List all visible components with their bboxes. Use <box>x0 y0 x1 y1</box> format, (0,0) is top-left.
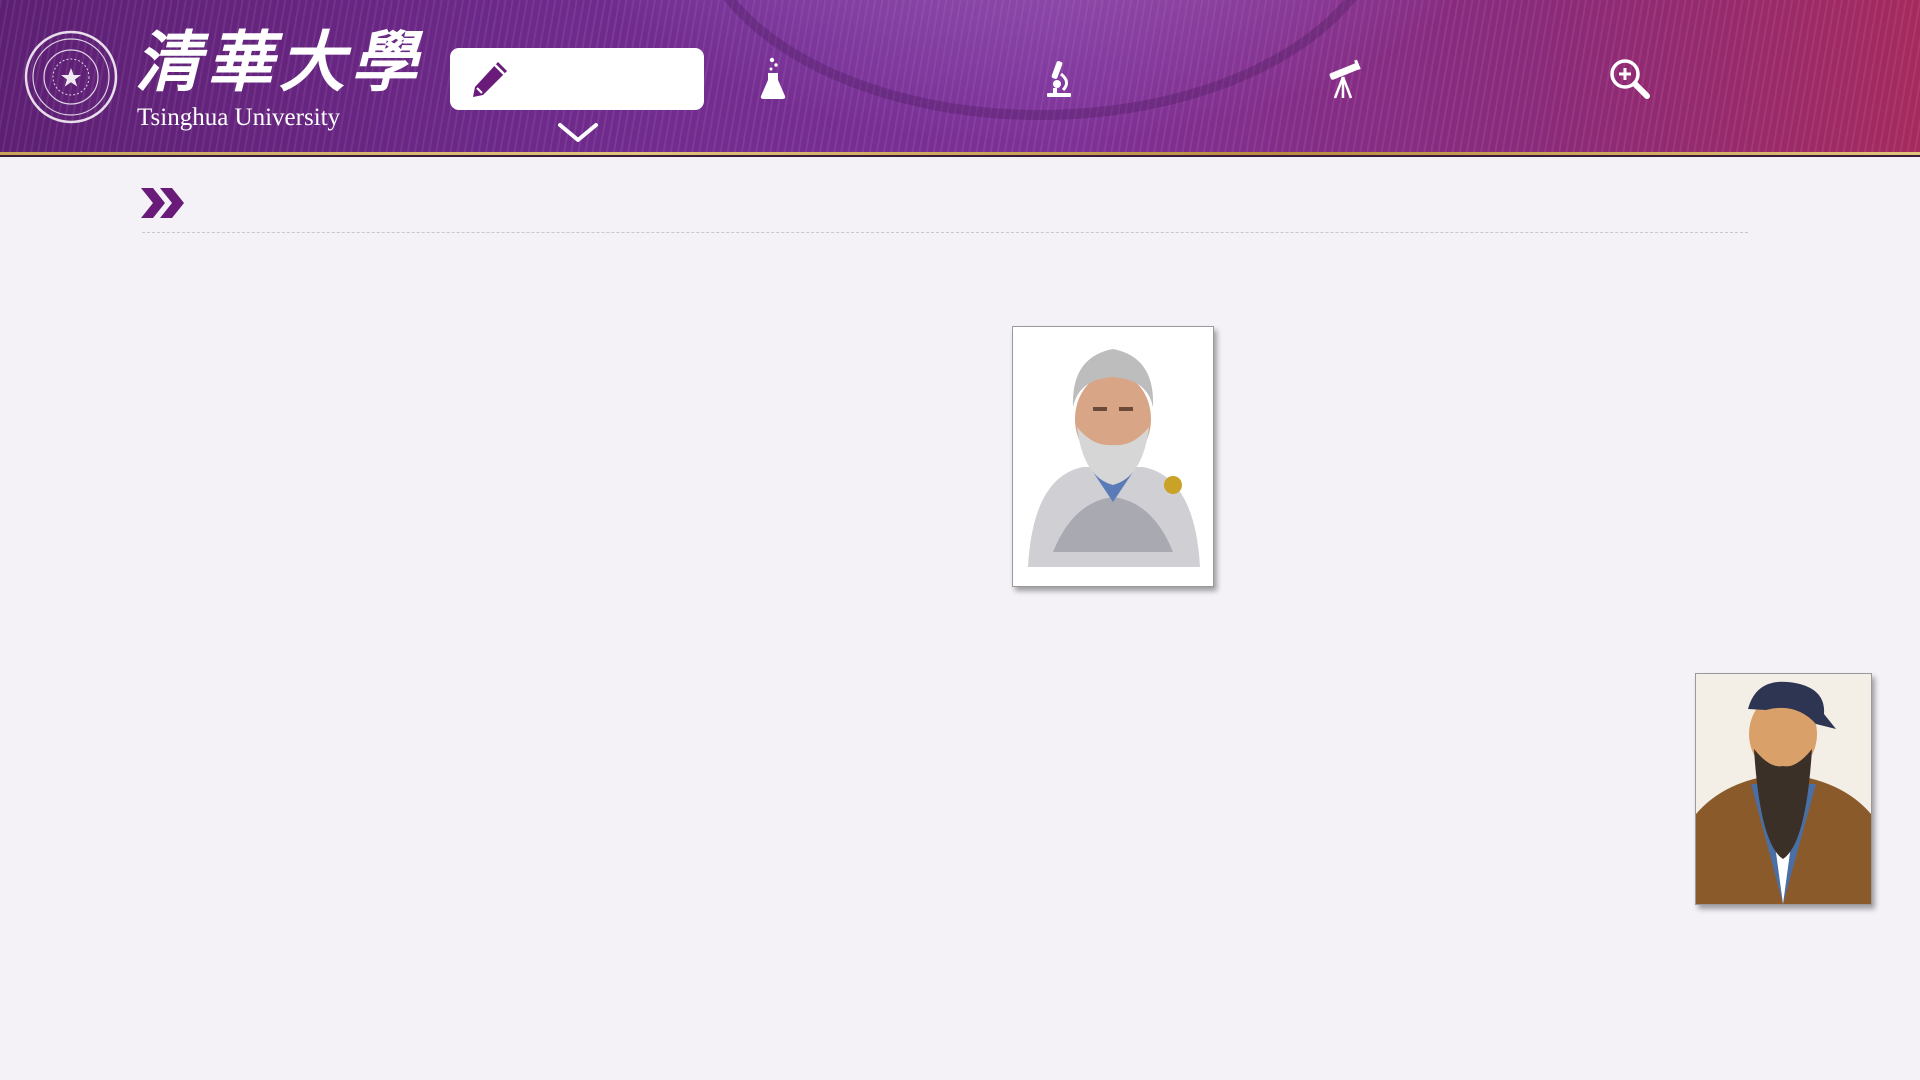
bearded-philosopher-portrait <box>1012 326 1214 587</box>
zoom-in-icon <box>1610 59 1650 99</box>
flask-icon <box>760 57 786 99</box>
university-name-english: Tsinghua University <box>137 104 341 131</box>
confucius-portrait <box>1695 673 1872 905</box>
university-seal-logo[interactable] <box>24 30 118 124</box>
nav-item-chemistry[interactable] <box>743 48 803 110</box>
nav-item-writing[interactable] <box>450 48 704 110</box>
banner-dark-line <box>0 155 1920 157</box>
nav-item-search[interactable] <box>1597 48 1657 110</box>
chevron-down-icon[interactable] <box>556 120 600 151</box>
microscope-icon <box>1047 61 1071 97</box>
double-chevron-icon <box>141 186 187 225</box>
nav-item-biology[interactable] <box>1027 48 1087 110</box>
telescope-icon <box>1329 59 1361 99</box>
nav-item-astronomy[interactable] <box>1313 48 1373 110</box>
pencil-icon <box>473 62 507 97</box>
header-banner: 清華大學 Tsinghua University <box>0 0 1920 157</box>
university-name-chinese: 清華大學 <box>135 23 423 101</box>
section-divider <box>142 232 1748 233</box>
